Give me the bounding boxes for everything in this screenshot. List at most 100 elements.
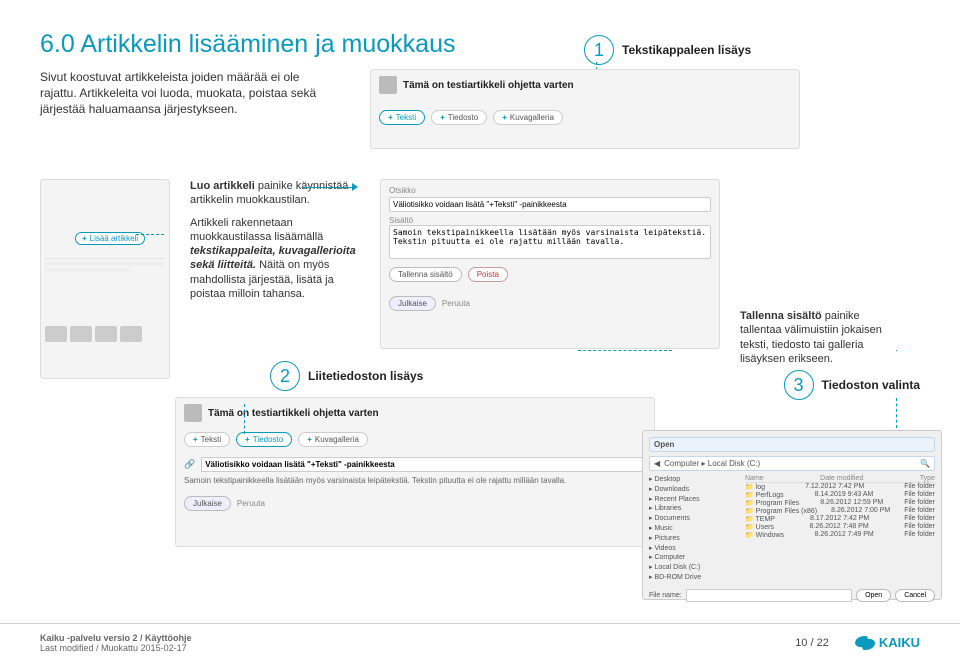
open-button[interactable]: Open — [856, 589, 891, 602]
screenshot-text-editor: Otsikko Sisältö Samoin tekstipainikkeell… — [380, 179, 720, 349]
tab-file-button[interactable]: +Tiedosto — [431, 110, 487, 125]
file-row[interactable]: 📁 Users8.26.2012 7:48 PMFile folder — [745, 523, 935, 531]
plus-icon: + — [245, 435, 250, 444]
tree-item[interactable]: ▸ Libraries — [649, 504, 739, 514]
plus-icon: + — [502, 113, 507, 122]
arrow-icon — [302, 181, 362, 195]
tree-item[interactable]: ▸ Documents — [649, 514, 739, 524]
tab-file-label: Tiedosto — [253, 435, 283, 444]
cancel-link[interactable]: Peruuta — [237, 499, 265, 508]
path-breadcrumb[interactable]: Computer ▸ Local Disk (C:) — [664, 459, 916, 468]
publish-button[interactable]: Julkaise — [184, 496, 231, 511]
tree-item[interactable]: ▸ Recent Places — [649, 495, 739, 505]
tree-item[interactable]: ▸ Local Disk (C:) — [649, 563, 739, 573]
cancel-button[interactable]: Cancel — [895, 589, 935, 602]
file-row[interactable]: 📁 Windows8.26.2012 7:49 PMFile folder — [745, 531, 935, 539]
ss1-heading: Tämä on testiartikkeli ohjetta varten — [403, 80, 574, 91]
callout-3: 3 Tiedoston valinta — [784, 370, 920, 400]
screenshot-article-header: Tämä on testiartikkeli ohjetta varten +T… — [370, 69, 800, 149]
tab-text-button[interactable]: +Teksti — [379, 110, 425, 125]
tab-gallery-label: Kuvagalleria — [315, 435, 359, 444]
callout-3-label: Tiedoston valinta — [822, 378, 920, 392]
ss2-title-label: Otsikko — [389, 186, 711, 195]
file-row[interactable]: 📁 log7.12.2012 7:42 PMFile folder — [745, 483, 935, 491]
back-icon[interactable]: ◀ — [654, 459, 660, 468]
plus-icon: + — [440, 113, 445, 122]
cancel-link[interactable]: Peruuta — [442, 299, 470, 308]
dialog-title: Open — [654, 440, 674, 449]
tab-gallery-label: Kuvagalleria — [510, 113, 554, 122]
file-row[interactable]: 📁 Program Files (x86)8.26.2012 7:00 PMFi… — [745, 507, 935, 515]
delete-button[interactable]: Poista — [468, 267, 508, 282]
ss3-desc: Samoin tekstipainikkeella lisätään myös … — [184, 476, 646, 486]
tree-item[interactable]: ▸ Downloads — [649, 485, 739, 495]
file-row[interactable]: 📁 PerfLogs8.14.2019 9:43 AMFile folder — [745, 491, 935, 499]
ss2-content-label: Sisältö — [389, 216, 711, 225]
brand-name: KAIKU — [879, 635, 920, 650]
plus-icon: + — [307, 435, 312, 444]
tree-item[interactable]: ▸ Desktop — [649, 475, 739, 485]
page-number: 10 / 22 — [795, 637, 829, 649]
callout-2-label: Liitetiedoston lisäys — [308, 369, 423, 383]
tree-item[interactable]: ▸ Music — [649, 524, 739, 534]
tree-item[interactable]: ▸ Videos — [649, 544, 739, 554]
file-row[interactable]: 📁 Program Files8.26.2012 12:59 PMFile fo… — [745, 499, 935, 507]
add-article-button[interactable]: + Lisää artikkeli — [75, 232, 145, 245]
tab-text-button[interactable]: +Teksti — [184, 432, 230, 447]
file-row[interactable]: 📁 TEMP8.17.2012 7:42 PMFile folder — [745, 515, 935, 523]
connector-line — [896, 398, 897, 428]
page-title: 6.0 Artikkelin lisääminen ja muokkaus — [40, 30, 920, 59]
plus-icon: + — [388, 113, 393, 122]
ss3-heading: Tämä on testiartikkeli ohjetta varten — [208, 408, 379, 419]
save-content-button[interactable]: Tallenna sisältö — [389, 267, 462, 282]
tab-gallery-button[interactable]: +Kuvagalleria — [298, 432, 368, 447]
screenshot-sidebar: + Lisää artikkeli — [40, 179, 170, 379]
connector-line — [896, 350, 897, 368]
logo-icon — [855, 636, 875, 650]
tab-text-label: Teksti — [201, 435, 221, 444]
right-explainer: Tallenna sisältö painike tallentaa välim… — [740, 309, 900, 366]
ss2-content-input[interactable]: Samoin tekstipainikkeella lisätään myös … — [389, 225, 711, 259]
connector-line — [136, 234, 164, 236]
col-type: Type — [920, 475, 935, 482]
footer-line1: Kaiku -palvelu versio 2 / Käyttöohje — [40, 633, 192, 643]
plus-icon: + — [82, 234, 87, 243]
page-footer: Kaiku -palvelu versio 2 / Käyttöohje Las… — [0, 623, 960, 657]
intro-text: Sivut koostuvat artikkeleista joiden mää… — [40, 69, 330, 118]
filename-input[interactable] — [686, 589, 852, 602]
folder-tree[interactable]: ▸ Desktop▸ Downloads▸ Recent Places▸ Lib… — [649, 475, 739, 583]
publish-button[interactable]: Julkaise — [389, 296, 436, 311]
file-list[interactable]: Name Date modified Type 📁 log7.12.2012 7… — [745, 475, 935, 583]
callout-2-number: 2 — [270, 361, 300, 391]
avatar — [379, 76, 397, 94]
tree-item[interactable]: ▸ Pictures — [649, 534, 739, 544]
tab-text-label: Teksti — [396, 113, 416, 122]
col-name: Name — [745, 475, 764, 482]
tree-item[interactable]: ▸ Computer — [649, 553, 739, 563]
callout-1-number: 1 — [584, 35, 614, 65]
callout-1: 1 Tekstikappaleen lisäys — [584, 35, 751, 65]
connector-line — [578, 350, 672, 390]
callout-1-label: Tekstikappaleen lisäys — [622, 43, 751, 57]
ss3-title-input[interactable] — [201, 457, 646, 472]
search-icon[interactable]: 🔍 — [920, 459, 930, 468]
col-date: Date modified — [820, 475, 863, 482]
bold-term: Tallenna sisältö — [740, 310, 822, 322]
callout-3-number: 3 — [784, 370, 814, 400]
tab-file-label: Tiedosto — [448, 113, 478, 122]
add-article-label: Lisää artikkeli — [90, 234, 138, 243]
link-icon: 🔗 — [184, 459, 195, 470]
brand-logo: KAIKU — [855, 635, 920, 650]
tab-gallery-button[interactable]: +Kuvagalleria — [493, 110, 563, 125]
filename-label: File name: — [649, 592, 682, 599]
footer-line2: Last modified / Muokattu 2015-02-17 — [40, 643, 192, 653]
plus-icon: + — [193, 435, 198, 444]
screenshot-file-dialog: Open ◀ Computer ▸ Local Disk (C:) 🔍 ▸ De… — [642, 430, 942, 600]
text: Artikkeli rakennetaan muokkaustilassa li… — [190, 217, 323, 243]
tab-file-button[interactable]: +Tiedosto — [236, 432, 292, 447]
connector-line — [244, 404, 245, 434]
mid-explainer: Luo artikkeli painike käynnistää artikke… — [190, 179, 360, 309]
tree-item[interactable]: ▸ BD-ROM Drive — [649, 573, 739, 583]
ss2-title-input[interactable] — [389, 197, 711, 212]
screenshot-file-attach: Tämä on testiartikkeli ohjetta varten +T… — [175, 397, 655, 547]
